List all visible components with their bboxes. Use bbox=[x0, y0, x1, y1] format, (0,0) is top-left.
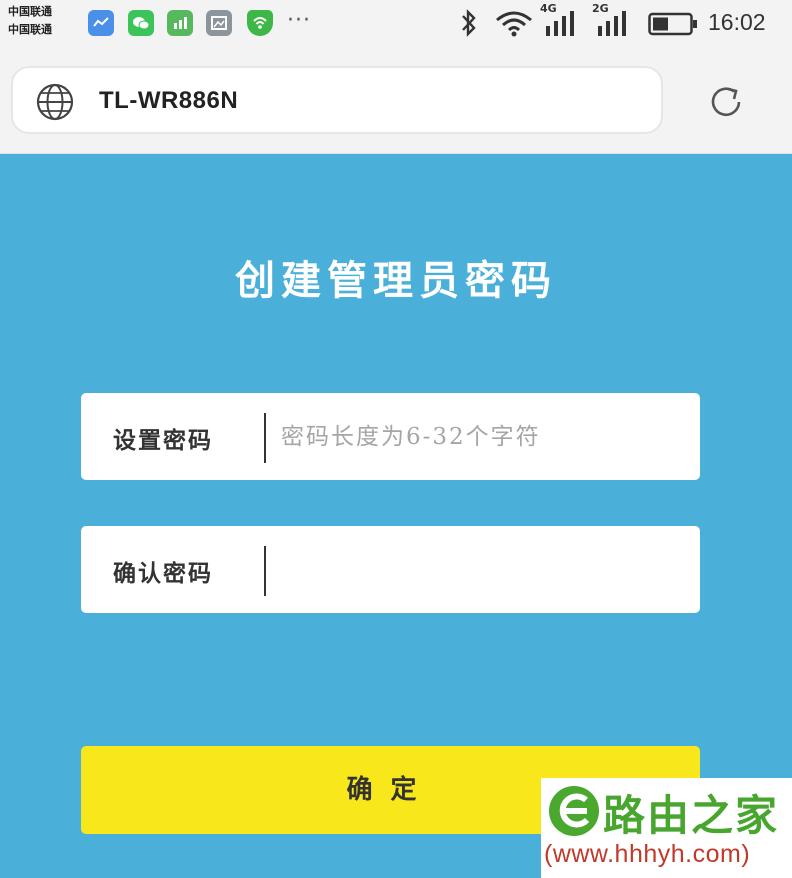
set-password-input[interactable] bbox=[281, 407, 681, 467]
carrier-label-2: 中国联通 bbox=[8, 23, 52, 36]
watermark-url: (www.hhhyh.com) bbox=[544, 840, 751, 868]
app-icon bbox=[167, 10, 193, 36]
refresh-icon[interactable] bbox=[706, 82, 746, 122]
more-notifications: ··· bbox=[287, 8, 311, 33]
confirm-password-label: 确认密码 bbox=[113, 560, 213, 587]
field-divider bbox=[264, 546, 266, 596]
signal-2g-icon bbox=[598, 11, 626, 36]
status-bar: 中国联通 中国联通 ··· 4G 2G 16:02 bbox=[0, 0, 792, 48]
confirm-password-row: 确认密码 bbox=[81, 526, 700, 613]
address-bar[interactable]: TL-WR886N bbox=[11, 66, 663, 134]
page-title: 创建管理员密码 bbox=[235, 257, 557, 304]
wechat-icon bbox=[128, 10, 154, 36]
watermark-logo bbox=[549, 786, 599, 836]
battery-icon bbox=[648, 12, 697, 36]
watermark-name: 路由之家 bbox=[603, 791, 780, 840]
watermark: 路由之家 (www.hhhyh.com) bbox=[541, 778, 792, 878]
gallery-icon bbox=[206, 10, 232, 36]
signal-icon bbox=[546, 11, 574, 36]
set-password-label: 设置密码 bbox=[113, 427, 213, 454]
confirm-password-input[interactable] bbox=[281, 540, 681, 600]
field-divider bbox=[264, 413, 266, 463]
bluetooth-icon bbox=[462, 9, 476, 37]
url-text[interactable]: TL-WR886N bbox=[99, 87, 238, 115]
wifi-icon bbox=[496, 11, 532, 37]
globe-icon bbox=[36, 83, 74, 121]
set-password-row: 设置密码 bbox=[81, 393, 700, 480]
weather-icon bbox=[88, 10, 114, 36]
shield-wifi-icon bbox=[247, 10, 273, 36]
browser-toolbar: TL-WR886N bbox=[0, 48, 792, 154]
carrier-label-1: 中国联通 bbox=[8, 5, 52, 18]
carrier-info: 中国联通 中国联通 bbox=[8, 3, 52, 39]
clock: 16:02 bbox=[708, 9, 766, 35]
